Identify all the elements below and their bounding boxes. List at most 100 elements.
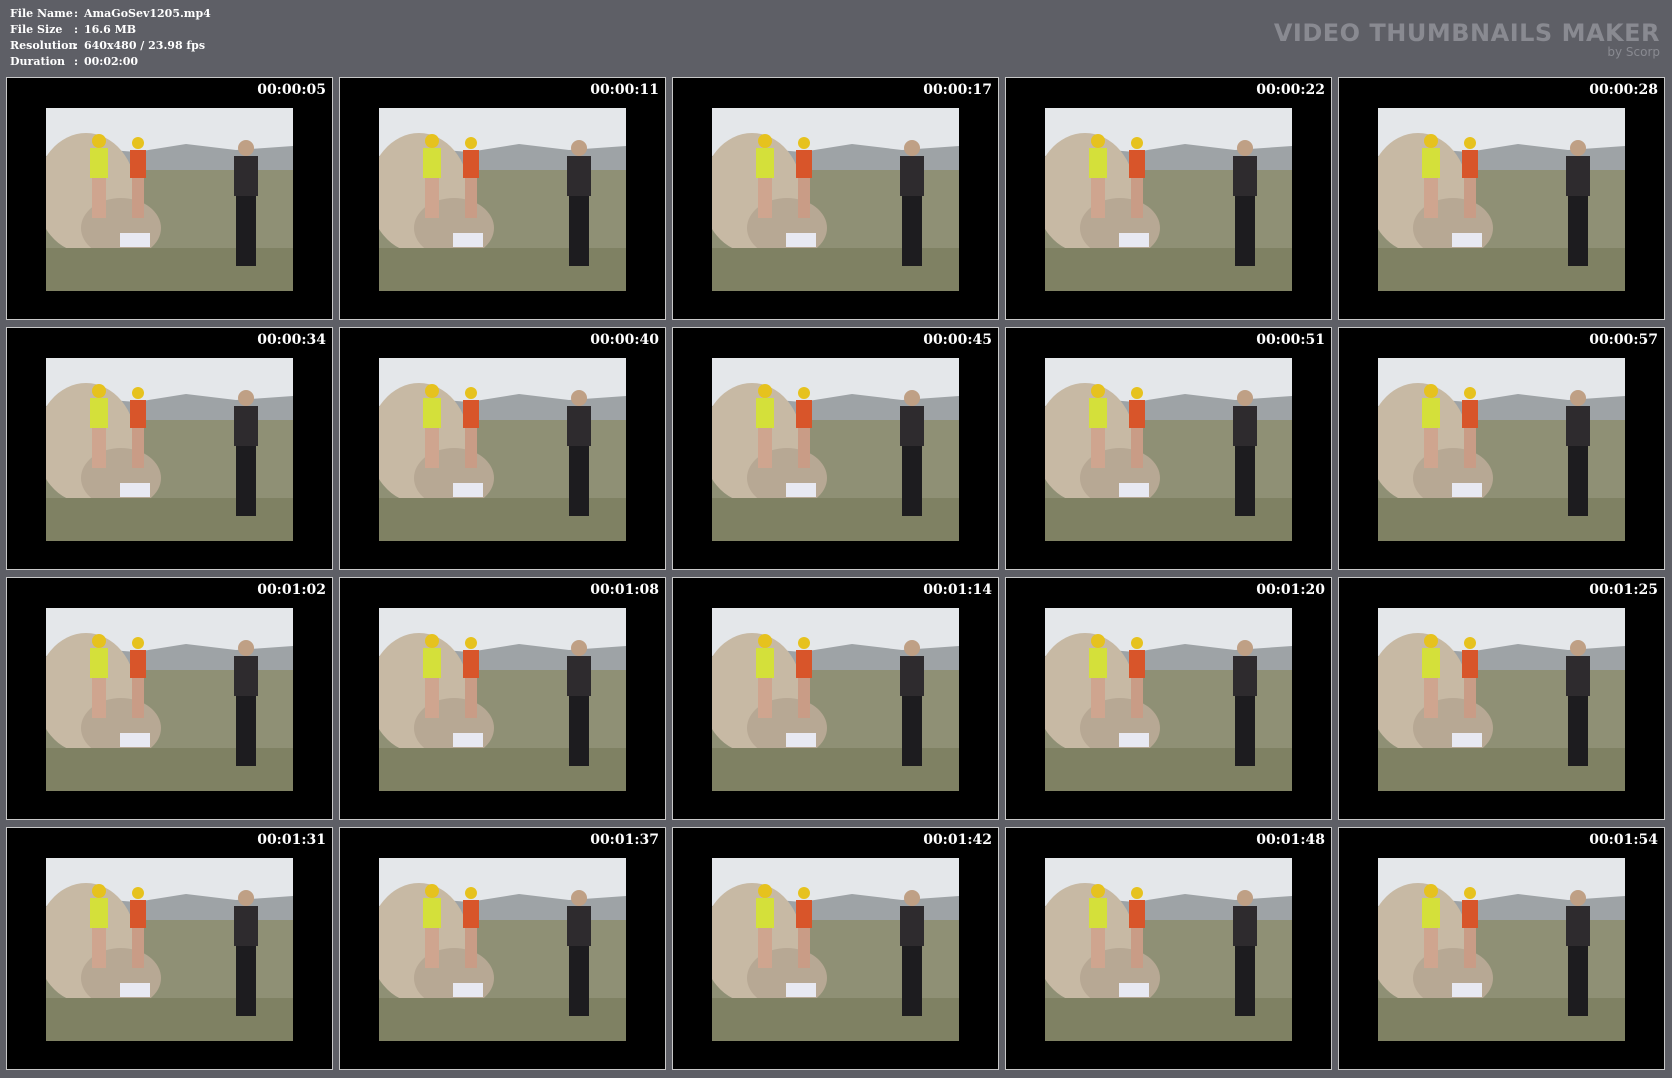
video-frame (1378, 108, 1625, 291)
info-row-duration: Duration : 00:02:00 (10, 54, 211, 70)
timestamp-label: 00:00:22 (1256, 82, 1325, 98)
timestamp-label: 00:01:08 (590, 582, 659, 598)
info-separator: : (74, 55, 79, 68)
video-frame-image (1378, 608, 1625, 791)
video-frame-image (379, 858, 626, 1041)
video-frame-image (1378, 858, 1625, 1041)
timestamp-label: 00:00:57 (1589, 332, 1658, 348)
thumbnail-tile[interactable]: 00:00:11 (339, 77, 666, 320)
video-frame-image (46, 108, 293, 291)
video-frame-image (712, 358, 959, 541)
timestamp-label: 00:01:31 (257, 832, 326, 848)
video-frame-image (379, 358, 626, 541)
video-frame (1378, 358, 1625, 541)
thumbnail-tile[interactable]: 00:01:37 (339, 827, 666, 1070)
video-frame-image (379, 608, 626, 791)
info-value: 640x480 / 23.98 fps (84, 39, 206, 52)
video-frame (46, 858, 293, 1041)
video-frame-image (1378, 358, 1625, 541)
video-frame (379, 108, 626, 291)
timestamp-label: 00:00:05 (257, 82, 326, 98)
video-frame (712, 858, 959, 1041)
video-frame (1378, 608, 1625, 791)
timestamp-label: 00:01:14 (923, 582, 992, 598)
video-frame-image (1045, 358, 1292, 541)
thumbnail-tile[interactable]: 00:01:54 (1338, 827, 1665, 1070)
video-frame (1045, 858, 1292, 1041)
thumbnail-tile[interactable]: 00:01:48 (1005, 827, 1332, 1070)
thumbnail-grid: 00:00:05 00:00:11 00:00:17 00:00:22 00:0… (6, 77, 1666, 1071)
timestamp-label: 00:01:02 (257, 582, 326, 598)
info-separator: : (74, 23, 79, 36)
thumbnail-tile[interactable]: 00:00:51 (1005, 327, 1332, 570)
timestamp-label: 00:01:25 (1589, 582, 1658, 598)
video-frame-image (1045, 858, 1292, 1041)
info-row-file-name: File Name : AmaGoSev1205.mp4 (10, 6, 211, 22)
timestamp-label: 00:01:54 (1589, 832, 1658, 848)
timestamp-label: 00:01:37 (590, 832, 659, 848)
video-frame (712, 608, 959, 791)
timestamp-label: 00:01:20 (1256, 582, 1325, 598)
video-frame (379, 358, 626, 541)
timestamp-label: 00:00:11 (590, 82, 659, 98)
timestamp-label: 00:00:45 (923, 332, 992, 348)
info-row-file-size: File Size : 16.6 MB (10, 22, 211, 38)
info-separator: : (74, 7, 79, 20)
info-label: Resolution (10, 39, 77, 52)
thumbnail-tile[interactable]: 00:01:08 (339, 577, 666, 820)
video-frame-image (379, 108, 626, 291)
video-frame (1045, 108, 1292, 291)
video-frame (712, 358, 959, 541)
video-frame (46, 358, 293, 541)
info-label: File Size (10, 23, 63, 36)
info-value: AmaGoSev1205.mp4 (84, 7, 211, 20)
video-frame-image (1378, 108, 1625, 291)
timestamp-label: 00:01:48 (1256, 832, 1325, 848)
info-row-resolution: Resolution : 640x480 / 23.98 fps (10, 38, 211, 54)
video-frame (712, 108, 959, 291)
info-value: 16.6 MB (84, 23, 137, 36)
thumbnail-tile[interactable]: 00:00:05 (6, 77, 333, 320)
timestamp-label: 00:00:34 (257, 332, 326, 348)
brand-subtitle: by Scorp (1607, 45, 1660, 59)
info-label: Duration (10, 55, 66, 68)
video-frame (46, 608, 293, 791)
video-frame-image (712, 608, 959, 791)
timestamp-label: 00:00:51 (1256, 332, 1325, 348)
thumbnail-tile[interactable]: 00:01:31 (6, 827, 333, 1070)
thumbnail-tile[interactable]: 00:00:22 (1005, 77, 1332, 320)
timestamp-label: 00:00:40 (590, 332, 659, 348)
video-frame-image (712, 858, 959, 1041)
thumbnail-tile[interactable]: 00:01:42 (672, 827, 999, 1070)
thumbnail-tile[interactable]: 00:01:02 (6, 577, 333, 820)
thumbnail-tile[interactable]: 00:00:17 (672, 77, 999, 320)
video-frame-image (712, 108, 959, 291)
video-frame-image (46, 858, 293, 1041)
video-frame (1045, 358, 1292, 541)
brand-title: VIDEO THUMBNAILS MAKER (1273, 19, 1660, 47)
timestamp-label: 00:00:17 (923, 82, 992, 98)
thumbnail-tile[interactable]: 00:01:25 (1338, 577, 1665, 820)
thumbnail-tile[interactable]: 00:00:57 (1338, 327, 1665, 570)
video-frame (379, 608, 626, 791)
info-separator: : (74, 39, 79, 52)
thumbnail-tile[interactable]: 00:01:14 (672, 577, 999, 820)
video-frame-image (46, 608, 293, 791)
thumbnail-tile[interactable]: 00:00:45 (672, 327, 999, 570)
video-frame-image (1045, 608, 1292, 791)
thumbnail-tile[interactable]: 00:00:34 (6, 327, 333, 570)
file-info: File Name : AmaGoSev1205.mp4 File Size :… (10, 6, 211, 70)
video-frame (46, 108, 293, 291)
info-value: 00:02:00 (84, 55, 139, 68)
video-frame (1045, 608, 1292, 791)
thumbnail-tile[interactable]: 00:00:28 (1338, 77, 1665, 320)
timestamp-label: 00:01:42 (923, 832, 992, 848)
video-frame-image (1045, 108, 1292, 291)
timestamp-label: 00:00:28 (1589, 82, 1658, 98)
info-label: File Name (10, 7, 73, 20)
thumbnail-tile[interactable]: 00:00:40 (339, 327, 666, 570)
video-frame (379, 858, 626, 1041)
brand-logo: VIDEO THUMBNAILS MAKER by Scorp (1274, 20, 1660, 59)
thumbnail-tile[interactable]: 00:01:20 (1005, 577, 1332, 820)
video-frame (1378, 858, 1625, 1041)
